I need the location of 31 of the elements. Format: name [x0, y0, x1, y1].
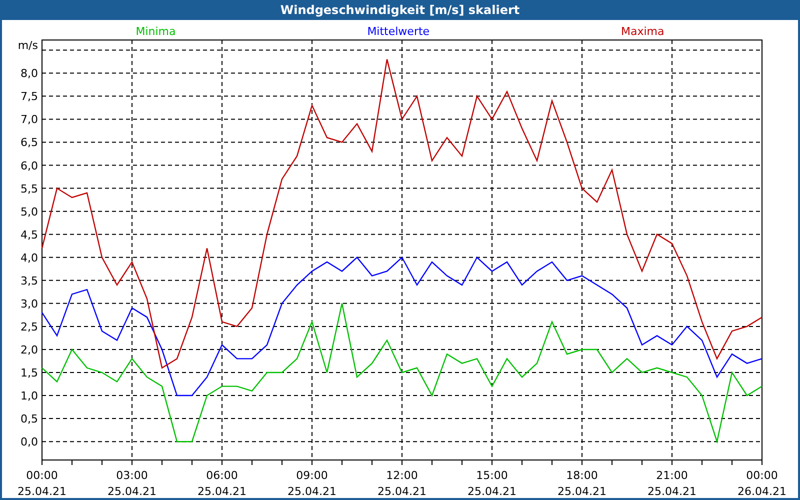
x-tick-label: 12:00 25.04.21: [378, 469, 426, 496]
y-tick-label: 3,0: [20, 297, 38, 310]
y-tick-label: 4,5: [20, 228, 38, 242]
x-tick-label: 03:00 25.04.21: [108, 469, 156, 496]
y-tick-label: 5,5: [20, 182, 38, 196]
x-tick-label: 00:00 25.04.21: [18, 469, 66, 496]
axis-unit-label: m/s: [18, 39, 38, 52]
y-tick-label: 0,0: [20, 436, 38, 449]
y-tick-label: 6,5: [20, 136, 38, 150]
y-tick-label: 8,0: [20, 67, 38, 80]
legend-label: Maxima: [621, 25, 664, 38]
y-tick-label: 2,0: [20, 343, 38, 356]
x-tick-label: 09:00 25.04.21: [288, 469, 336, 496]
x-tick-label: 00:00 26.04.21: [738, 469, 786, 496]
y-tick-label: 1,5: [20, 366, 38, 380]
window-title: Windgeschwindigkeit [m/s] skaliert: [280, 3, 520, 17]
y-tick-label: 3,5: [20, 274, 38, 288]
y-tick-label: 7,0: [20, 113, 38, 126]
x-tick-label: 18:00 25.04.21: [558, 469, 606, 496]
x-tick-label: 06:00 25.04.21: [198, 469, 246, 496]
y-tick-label: 7,5: [20, 90, 38, 104]
legend-label: Minima: [136, 25, 176, 38]
legend-label: Mittelwerte: [367, 25, 430, 38]
y-tick-label: 5,0: [20, 205, 38, 218]
x-tick-label: 15:00 25.04.21: [468, 469, 516, 496]
y-tick-label: 2,5: [20, 320, 38, 334]
y-tick-label: 4,0: [20, 251, 38, 264]
x-tick-label: 21:00 25.04.21: [648, 469, 696, 496]
y-tick-label: 1,0: [20, 390, 38, 403]
y-tick-label: 0,5: [20, 412, 38, 426]
y-tick-label: 6,0: [20, 159, 38, 172]
